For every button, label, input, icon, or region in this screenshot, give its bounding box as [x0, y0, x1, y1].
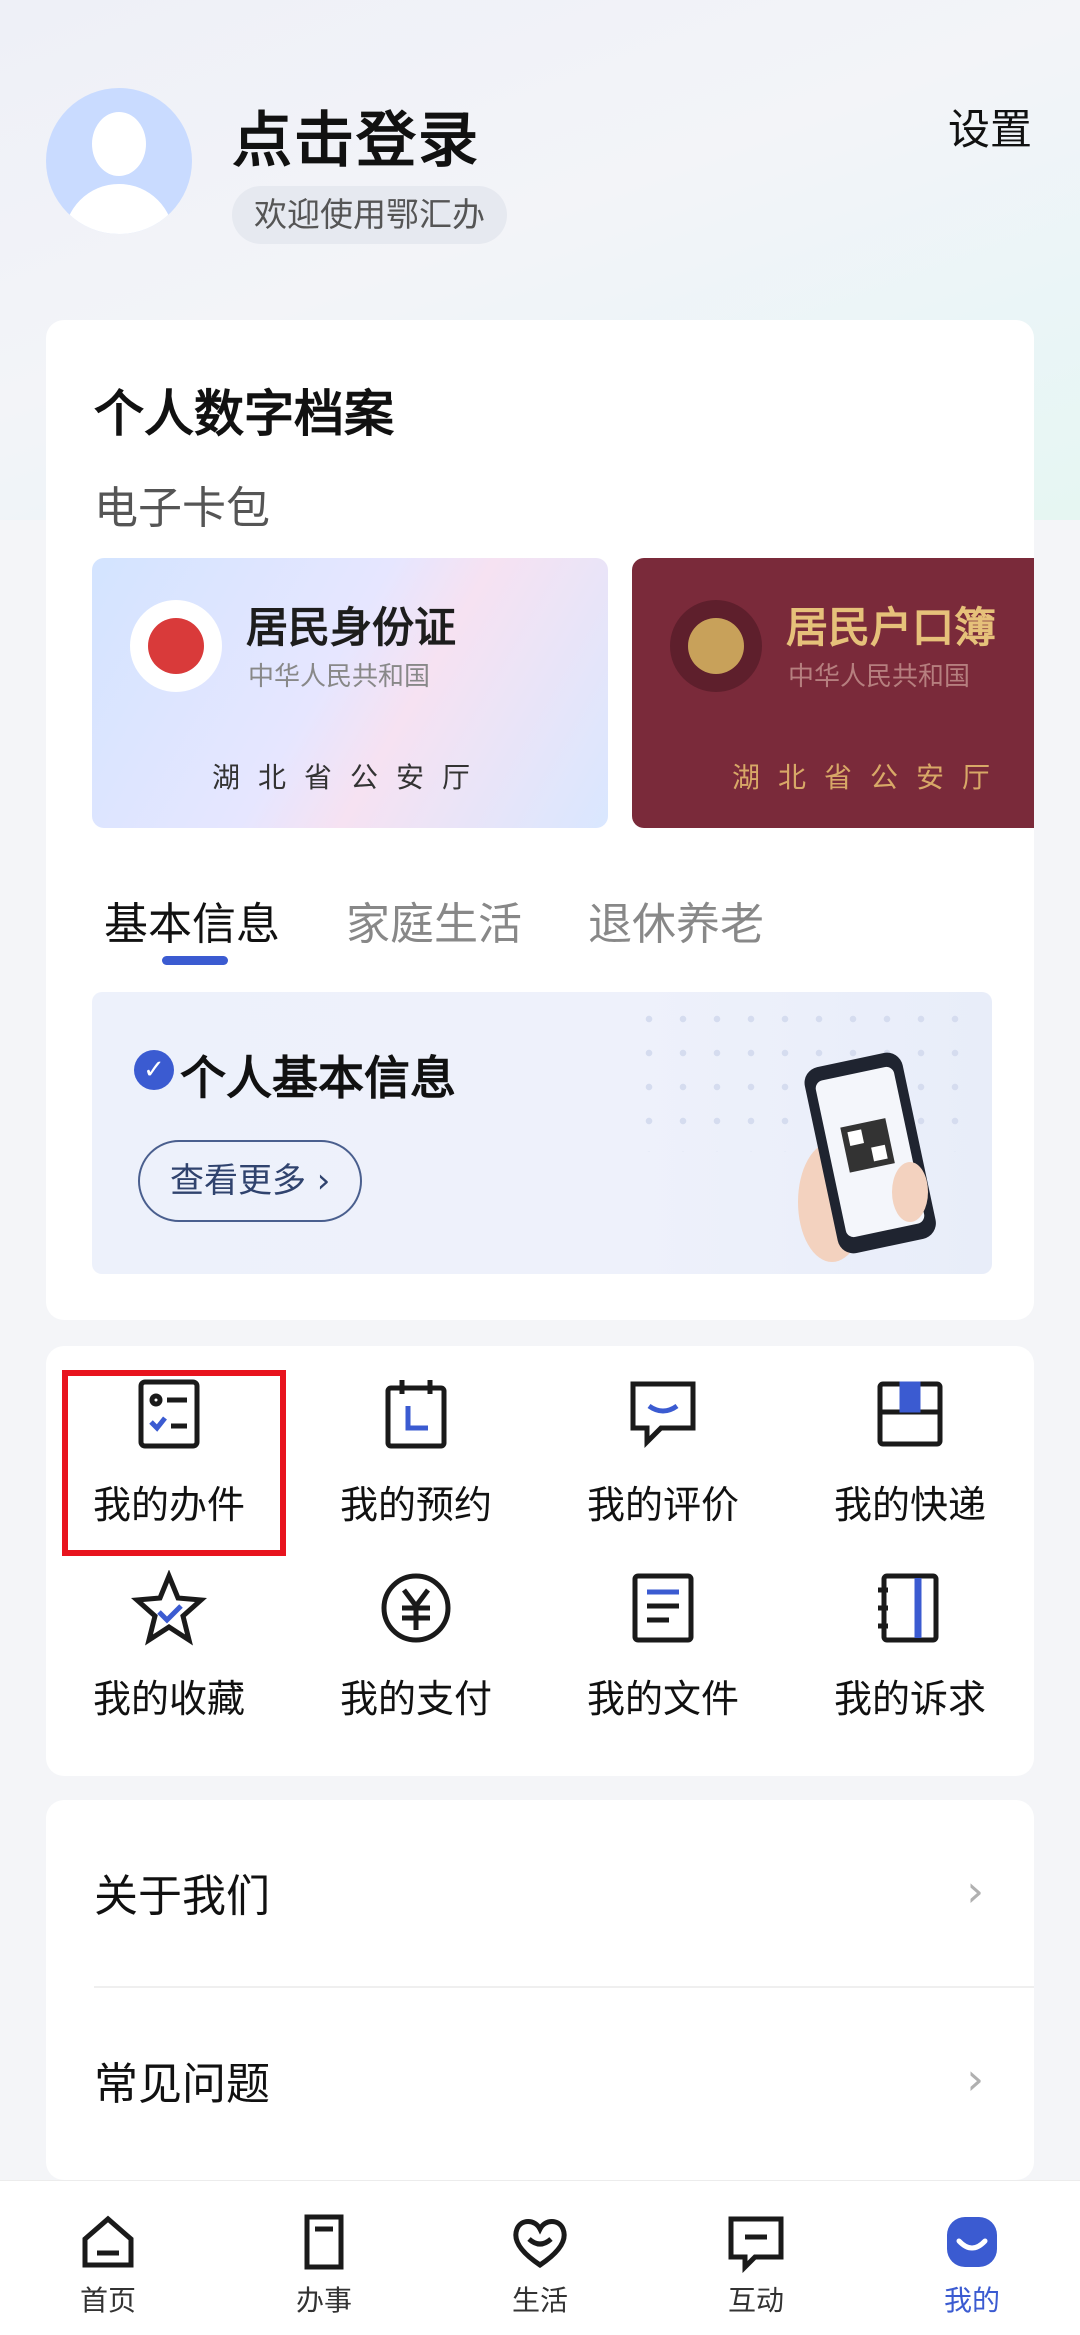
tabbar-item-services[interactable]: 办事	[254, 2211, 394, 2319]
service-my-express[interactable]: 我的快递	[787, 1356, 1033, 1556]
highlight-box	[62, 1370, 286, 1556]
heart-icon	[513, 2219, 567, 2269]
info-panel-title: 个人基本信息	[180, 1051, 456, 1105]
service-label: 我的快递	[833, 1483, 986, 1527]
service-my-files[interactable]: 我的文件	[540, 1550, 786, 1750]
citizen-id-card[interactable]: 居民身份证 中华人民共和国 湖北省公安厅	[92, 558, 608, 828]
view-more-button[interactable]: 查看更多 ›	[138, 1140, 363, 1222]
notebook-icon	[878, 1573, 939, 1643]
digital-archive-card: 个人数字档案 电子卡包 居民身份证 中华人民共和国 湖北省公安厅 居民户口簿 中…	[46, 320, 1034, 1320]
card-country: 中华人民共和国	[788, 662, 971, 692]
menu-item-about-us[interactable]: 关于我们 ›	[46, 1800, 1034, 1988]
menu-list: 关于我们 › 常见问题 ›	[46, 1800, 1034, 2180]
tab-retirement[interactable]: 退休养老	[588, 888, 764, 952]
tabbar-label: 互动	[727, 2284, 784, 2317]
phone-qr-illustration	[798, 1052, 936, 1262]
household-register-card[interactable]: 居民户口簿 中华人民共和国 湖北省公安厅	[632, 558, 1034, 828]
national-emblem-icon	[130, 600, 222, 692]
tabbar-label: 办事	[295, 2284, 352, 2317]
wallet-label: 电子卡包	[94, 483, 270, 534]
card-issuer: 湖北省公安厅	[732, 761, 1009, 794]
service-my-favorites[interactable]: 我的收藏	[46, 1550, 292, 1750]
home-icon	[82, 2215, 134, 2268]
calendar-icon	[385, 1380, 447, 1449]
tab-family-life[interactable]: 家庭生活	[346, 888, 522, 952]
check-icon: ✓	[134, 1050, 174, 1090]
bottom-tab-bar: 首页 办事 生活 互动 我的	[0, 2180, 1080, 2335]
service-label: 我的预约	[339, 1483, 492, 1527]
comment-icon	[630, 1381, 696, 1449]
service-my-appeals[interactable]: 我的诉求	[787, 1550, 1033, 1750]
basic-info-panel: ✓ 个人基本信息 查看更多 ›	[92, 992, 992, 1274]
chevron-right-icon: ›	[966, 2054, 984, 2105]
profile-header: 点击登录 欢迎使用鄂汇办 设置	[0, 0, 1080, 300]
service-label: 我的收藏	[92, 1677, 245, 1721]
service-label: 我的支付	[339, 1677, 492, 1721]
tabbar-label: 我的	[943, 2284, 1000, 2317]
avatar-body	[64, 184, 174, 234]
login-link[interactable]: 点击登录	[232, 92, 480, 179]
package-icon	[877, 1381, 943, 1447]
archive-title: 个人数字档案	[94, 385, 394, 443]
avatar[interactable]	[46, 88, 192, 234]
tab-basic-info[interactable]: 基本信息	[104, 888, 280, 952]
menu-item-label: 关于我们	[94, 1871, 270, 1922]
tabbar-item-life[interactable]: 生活	[470, 2211, 610, 2319]
view-more-label: 查看更多	[170, 1161, 306, 1201]
service-my-payments[interactable]: 我的支付	[293, 1550, 539, 1750]
card-country: 中华人民共和国	[248, 662, 431, 692]
tabbar-label: 生活	[511, 2284, 568, 2317]
service-label: 我的文件	[586, 1677, 739, 1721]
chevron-right-icon: ›	[966, 1866, 984, 1917]
tabbar-item-home[interactable]: 首页	[38, 2211, 178, 2319]
menu-item-label: 常见问题	[94, 2059, 270, 2110]
service-label: 我的诉求	[833, 1677, 986, 1721]
tabbar-item-interact[interactable]: 互动	[686, 2211, 826, 2319]
yuan-icon	[381, 1573, 451, 1643]
tabbar-label: 首页	[79, 2284, 136, 2317]
services-grid: 我的办件 我的预约 我的评价 我的快递 我的收藏 我的支付 我的文件 我的诉求	[46, 1346, 1034, 1776]
service-label: 我的评价	[586, 1483, 739, 1527]
menu-item-faq[interactable]: 常见问题 ›	[46, 1988, 1034, 2174]
card-name: 居民户口簿	[786, 603, 997, 652]
service-my-reviews[interactable]: 我的评价	[540, 1356, 786, 1556]
bookmark-icon	[304, 2214, 344, 2270]
active-tab-indicator	[162, 956, 228, 965]
settings-button[interactable]: 设置	[948, 96, 1032, 157]
chevron-right-icon: ›	[306, 1161, 331, 1201]
welcome-badge: 欢迎使用鄂汇办	[232, 186, 507, 244]
tabbar-item-mine[interactable]: 我的	[902, 2211, 1042, 2319]
profile-icon	[947, 2217, 997, 2267]
avatar-head	[92, 112, 146, 176]
card-name: 居民身份证	[246, 603, 457, 652]
national-emblem-icon	[670, 600, 762, 692]
service-my-appointments[interactable]: 我的预约	[293, 1356, 539, 1556]
star-icon	[131, 1570, 207, 1646]
card-issuer: 湖北省公安厅	[211, 761, 488, 794]
document-icon	[632, 1573, 694, 1643]
chat-icon	[728, 2216, 784, 2273]
